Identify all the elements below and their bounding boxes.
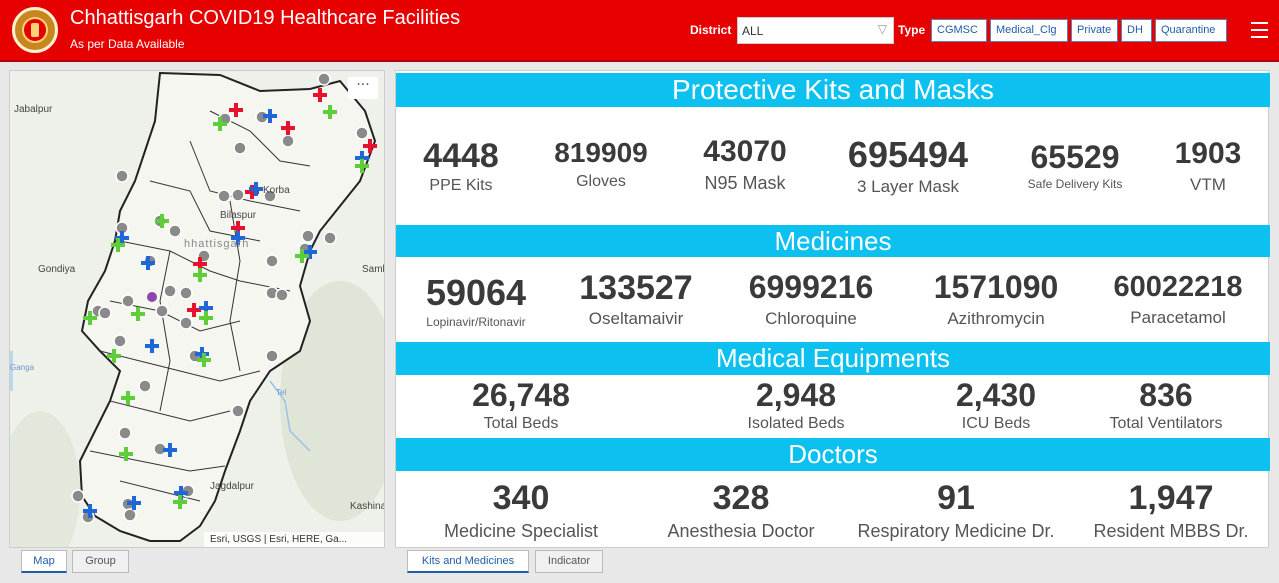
type-button-private[interactable]: Private bbox=[1071, 19, 1118, 42]
stat-chloroquine: 6999216 Chloroquine bbox=[726, 271, 896, 329]
stat-value: 328 bbox=[712, 479, 770, 517]
stat-gloves: 819909 Gloves bbox=[536, 139, 666, 191]
stat-label: Anesthesia Doctor bbox=[667, 521, 815, 541]
hamburger-icon[interactable] bbox=[1251, 22, 1268, 38]
stat-value: 836 bbox=[1139, 377, 1193, 413]
tab-indicator[interactable]: Indicator bbox=[535, 550, 603, 573]
stat-label: Medicine Specialist bbox=[443, 521, 599, 541]
facilities-map[interactable]: Jabalpur Gondiya Bilaspur hhattisgarh Ko… bbox=[9, 70, 385, 548]
district-select[interactable]: ALL ▽ bbox=[737, 17, 894, 44]
map-label-korba: Korba bbox=[263, 185, 290, 196]
stat-label: 3 Layer Mask bbox=[856, 177, 960, 196]
stat-value: 26,748 bbox=[472, 377, 570, 413]
stat-value: 695494 bbox=[847, 134, 969, 175]
section-header-doctors: Doctors bbox=[396, 438, 1270, 471]
chevron-down-icon: ▽ bbox=[877, 22, 887, 36]
stat-anesthesia-doctor: 328 Anesthesia Doctor bbox=[651, 481, 831, 542]
map-label-state: hhattisgarh bbox=[184, 238, 250, 250]
stat-label: Gloves bbox=[576, 173, 626, 190]
stat-value: 91 bbox=[937, 479, 975, 517]
stat-value: 1571090 bbox=[933, 269, 1059, 305]
map-label-gondiya: Gondiya bbox=[38, 264, 76, 275]
stat-vtm: 1903 VTM bbox=[1156, 139, 1260, 195]
stat-azithromycin: 1571090 Azithromycin bbox=[911, 271, 1081, 329]
stat-value: 819909 bbox=[554, 137, 648, 168]
stat-paracetamol: 60022218 Paracetamol bbox=[1096, 273, 1260, 328]
stat-ppe-kits: 4448 PPE Kits bbox=[406, 139, 516, 195]
map-more-options-button[interactable]: ··· bbox=[348, 77, 378, 99]
map-label-river-ganga: Ganga bbox=[10, 363, 35, 372]
district-select-value: ALL bbox=[742, 24, 764, 38]
app-title: Chhattisgarh COVID19 Healthcare Faciliti… bbox=[70, 7, 461, 29]
type-button-dh[interactable]: DH bbox=[1121, 19, 1152, 42]
stat-value: 4448 bbox=[423, 137, 499, 175]
stat-value: 1,947 bbox=[1128, 479, 1214, 517]
stat-respiratory-medicine-dr: 91 Respiratory Medicine Dr. bbox=[851, 481, 1061, 542]
stat-value: 340 bbox=[492, 479, 550, 517]
stat-label: Total Ventilators bbox=[1109, 415, 1223, 432]
stat-isolated-beds: 2,948 Isolated Beds bbox=[716, 379, 876, 433]
stat-value: 60022218 bbox=[1113, 271, 1243, 303]
map-label-sambalpur: Sambalpur bbox=[362, 264, 384, 275]
map-label-bilaspur: Bilaspur bbox=[220, 210, 257, 221]
tab-kits-and-medicines[interactable]: Kits and Medicines bbox=[407, 550, 529, 573]
stat-label: Safe Delivery Kits bbox=[1027, 177, 1123, 191]
stat-label: Paracetamol bbox=[1130, 308, 1226, 327]
stat-label: Chloroquine bbox=[765, 309, 857, 328]
type-label: Type bbox=[898, 23, 926, 37]
tab-map[interactable]: Map bbox=[21, 550, 67, 573]
stat-value: 2,948 bbox=[755, 377, 837, 413]
state-emblem-logo bbox=[12, 7, 58, 53]
stat-value: 59064 bbox=[425, 272, 527, 313]
type-button-quarantine[interactable]: Quarantine bbox=[1155, 19, 1227, 42]
stat-value: 43070 bbox=[703, 135, 787, 168]
section-header-equipments: Medical Equipments bbox=[396, 342, 1270, 375]
map-canvas[interactable] bbox=[10, 71, 385, 548]
map-attribution: Esri, USGS | Esri, HERE, Ga... bbox=[204, 532, 384, 547]
stat-value: 1903 bbox=[1174, 137, 1242, 170]
stat-medicine-specialist: 340 Medicine Specialist bbox=[426, 481, 616, 542]
app-subtitle: As per Data Available bbox=[70, 37, 185, 51]
stat-lopinavir-ritonavir: 59064 Lopinavir/Ritonavir bbox=[406, 272, 546, 330]
map-label-river-tel: Tel bbox=[276, 388, 287, 397]
stat-label: Azithromycin bbox=[947, 309, 1045, 328]
stat-safe-delivery-kits: 65529 Safe Delivery Kits bbox=[1010, 141, 1140, 191]
stat-label: Respiratory Medicine Dr. bbox=[857, 521, 1055, 541]
stat-value: 65529 bbox=[1030, 139, 1120, 175]
district-label: District bbox=[690, 23, 732, 37]
stat-value: 2,430 bbox=[955, 377, 1037, 413]
section-header-medicines: Medicines bbox=[396, 225, 1270, 257]
stat-resident-mbbs-dr: 1,947 Resident MBBS Dr. bbox=[1086, 481, 1256, 542]
stat-label: ICU Beds bbox=[961, 415, 1031, 432]
map-label-kashina: Kashina bbox=[350, 501, 385, 512]
stat-label: Oseltamaivir bbox=[588, 309, 684, 328]
type-button-cgmsc[interactable]: CGMSC bbox=[931, 19, 987, 42]
stat-icu-beds: 2,430 ICU Beds bbox=[921, 379, 1071, 433]
stat-label: N95 Mask bbox=[704, 173, 786, 193]
stat-total-beds: 26,748 Total Beds bbox=[436, 379, 606, 433]
dashboard-panel: Protective Kits and Masks 4448 PPE Kits … bbox=[395, 70, 1270, 548]
type-button-medical-clg[interactable]: Medical_Clg bbox=[990, 19, 1068, 42]
stat-oseltamaivir: 133527 Oseltamaivir bbox=[561, 271, 711, 329]
stat-label: Isolated Beds bbox=[747, 415, 845, 432]
stat-label: VTM bbox=[1190, 175, 1226, 194]
stat-value: 133527 bbox=[579, 269, 693, 307]
map-label-jagdalpur: Jagdalpur bbox=[210, 481, 254, 492]
stat-label: PPE Kits bbox=[429, 177, 493, 194]
stat-label: Total Beds bbox=[483, 415, 559, 432]
stat-3-layer-mask: 695494 3 Layer Mask bbox=[828, 137, 988, 197]
stat-value: 6999216 bbox=[748, 269, 874, 305]
map-label-jabalpur: Jabalpur bbox=[14, 104, 53, 115]
stat-n95-mask: 43070 N95 Mask bbox=[680, 137, 810, 194]
app-header: Chhattisgarh COVID19 Healthcare Faciliti… bbox=[0, 0, 1279, 62]
stat-label: Resident MBBS Dr. bbox=[1093, 521, 1249, 541]
tab-group[interactable]: Group bbox=[72, 550, 129, 573]
section-header-kits: Protective Kits and Masks bbox=[396, 73, 1270, 107]
stat-total-ventilators: 836 Total Ventilators bbox=[1086, 379, 1246, 433]
stat-label: Lopinavir/Ritonavir bbox=[426, 315, 526, 329]
